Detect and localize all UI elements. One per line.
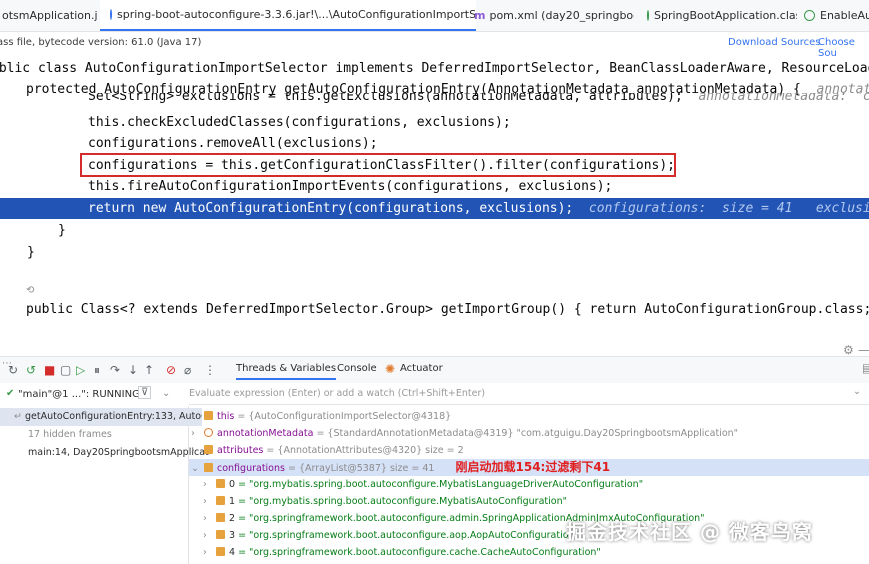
minimize-icon[interactable]: — xyxy=(858,343,869,357)
chevron-right-icon[interactable]: › xyxy=(191,442,202,459)
code-line-partial: Set<String> exclusions = this.getExclusi… xyxy=(88,93,869,103)
frame-icon[interactable]: ▢ xyxy=(60,363,71,377)
tab-springbootapplication-class[interactable]: SpringBootApplication.class ✕ xyxy=(643,0,797,31)
maven-icon: m xyxy=(474,9,486,22)
execution-point-line: return new AutoConfigurationEntry(config… xyxy=(0,198,869,219)
layout-icon[interactable]: ▤ xyxy=(862,361,869,375)
code-line: } xyxy=(27,245,35,260)
chevron-down-icon[interactable]: ⌄ xyxy=(191,460,202,477)
chevron-down-icon[interactable]: ⌄ xyxy=(162,388,170,399)
class-file-icon xyxy=(110,9,112,20)
variable-row[interactable]: › attributes = {AnnotationAttributes@4320… xyxy=(191,442,464,459)
chevron-right-icon[interactable]: › xyxy=(203,476,214,493)
breakpoints-icon[interactable]: ⊘ xyxy=(166,363,176,377)
hidden-frames[interactable]: 17 hidden frames xyxy=(0,426,216,444)
evaluate-expression-input[interactable]: Evaluate expression (Enter) or add a wat… xyxy=(189,384,869,405)
tab-label: otsmApplication.java xyxy=(2,9,98,22)
field-icon xyxy=(216,513,225,522)
tab-actuator[interactable]: Actuator xyxy=(400,363,443,374)
variable-row[interactable]: › 0 = "org.mybatis.spring.boot.autoconfig… xyxy=(203,476,643,493)
tab-label: spring-boot-autoconfigure-3.3.6.jar!\...… xyxy=(117,8,476,21)
code-line: this.fireAutoConfigurationImportEvents(c… xyxy=(88,179,613,194)
decompiled-info-bar: ass file, bytecode version: 61.0 (Java 1… xyxy=(0,32,869,59)
code-editor[interactable]: ublic class AutoConfigurationImportSelec… xyxy=(0,56,869,324)
editor-tab-bar: otsmApplication.java spring-boot-autocon… xyxy=(0,0,869,32)
check-icon: ✔ xyxy=(6,388,15,399)
return-icon: ↵ xyxy=(14,411,22,422)
chevron-right-icon[interactable]: › xyxy=(203,493,214,510)
variable-row-selected[interactable]: ⌄ configurations = {ArrayList@5387} size … xyxy=(189,459,869,476)
variable-row[interactable]: › annotationMetadata = {StandardAnnotatio… xyxy=(191,425,738,442)
tab-threads-variables[interactable]: Threads & Variables xyxy=(236,363,337,380)
stop-icon[interactable]: ■ xyxy=(44,363,55,377)
more-options-icon[interactable]: ⋮ xyxy=(204,363,216,377)
code-line: configurations.removeAll(exclusions); xyxy=(88,136,378,151)
chevron-right-icon[interactable]: › xyxy=(191,425,202,442)
eval-placeholder: Evaluate expression (Enter) or add a wat… xyxy=(189,388,486,399)
inline-debug-value: configurations: size = 41 exclusio xyxy=(588,201,869,216)
field-icon xyxy=(216,547,225,556)
tab-label: EnableAu xyxy=(820,9,869,22)
code-line: this.checkExcludedClasses(configurations… xyxy=(88,115,511,130)
field-icon xyxy=(216,496,225,505)
highlight-box xyxy=(80,153,676,177)
annotation-file-icon xyxy=(647,10,649,21)
restart-icon[interactable]: ↺ xyxy=(26,363,36,377)
resume-icon[interactable]: ▷ xyxy=(76,363,85,377)
variable-row[interactable]: › 1 = "org.mybatis.spring.boot.autoconfig… xyxy=(203,493,567,510)
tab-pom-xml[interactable]: m pom.xml (day20_springbootsm) ✕ xyxy=(470,0,634,31)
debug-toolbar: ⋯ ↻ ↺ ■ ▢ ▷ ⏸ ↷ ↓ ↑ ⊘ ⌀ ⋮ Threads & Vari… xyxy=(0,343,869,383)
code-line: ublic class AutoConfigurationImportSelec… xyxy=(0,61,869,76)
usages-icon: ⟲ xyxy=(26,285,35,296)
field-icon xyxy=(204,445,213,454)
tab-label: SpringBootApplication.class xyxy=(654,9,797,22)
actuator-icon: ✺ xyxy=(385,362,396,376)
step-into-icon[interactable]: ↓ xyxy=(128,363,138,377)
step-over-icon[interactable]: ↷ xyxy=(110,363,120,377)
chevron-right-icon[interactable]: › xyxy=(203,544,214,561)
frames-list: ↵ getAutoConfigurationEntry:133, AutoC 1… xyxy=(0,406,209,564)
chevron-right-icon[interactable]: › xyxy=(203,527,214,544)
field-icon xyxy=(204,463,213,472)
mute-breakpoints-icon[interactable]: ⌀ xyxy=(184,363,191,377)
watermark-text: 掘金技术社区 @ 微客鸟窝 xyxy=(566,520,813,544)
chevron-right-icon[interactable]: › xyxy=(203,510,214,527)
tab-enableau[interactable]: EnableAu xyxy=(800,0,869,31)
variable-row[interactable]: › 3 = "org.springframework.boot.autoconfi… xyxy=(203,527,579,544)
field-icon xyxy=(216,479,225,488)
pause-icon[interactable]: ⏸ xyxy=(94,363,100,378)
variable-row[interactable]: › 4 = "org.springframework.boot.autoconfi… xyxy=(203,544,601,561)
annotation-file-icon xyxy=(804,10,815,21)
annotation-text: 刚启动加载154:过滤剩下41 xyxy=(455,460,611,474)
tab-console[interactable]: Console xyxy=(337,363,377,374)
code-line: } xyxy=(58,223,66,238)
tab-autoconfiguration-import-selector[interactable]: spring-boot-autoconfigure-3.3.6.jar!\...… xyxy=(100,0,476,31)
bytecode-version-text: ass file, bytecode version: 61.0 (Java 1… xyxy=(0,37,202,48)
download-sources-link[interactable]: Download Sources xyxy=(728,37,820,48)
chevron-right-icon[interactable]: › xyxy=(191,408,202,425)
expand-icon[interactable]: ⌄ xyxy=(853,386,861,397)
rerun-icon[interactable]: ↻ xyxy=(8,363,18,377)
tab-label: pom.xml (day20_springbootsm) xyxy=(489,9,634,22)
settings-icon[interactable]: ⚙ xyxy=(843,343,854,357)
thread-selector[interactable]: ✔ "main"@1 ...": RUNNING ⊽ ⌄ xyxy=(0,384,190,406)
thread-label: "main"@1 ...": RUNNING xyxy=(18,389,140,400)
frame-item[interactable]: ↵ getAutoConfigurationEntry:133, AutoC xyxy=(0,408,202,426)
tab-application-java[interactable]: otsmApplication.java xyxy=(0,0,98,31)
field-icon xyxy=(216,530,225,539)
filter-icon[interactable]: ⊽ xyxy=(138,386,152,399)
code-line: public Class<? extends DeferredImportSel… xyxy=(26,302,869,317)
frame-item[interactable]: main:14, Day20SpringbootsmApplicat xyxy=(0,444,216,462)
variable-row[interactable]: › this = {AutoConfigurationImportSelector… xyxy=(191,408,451,425)
parameter-icon xyxy=(204,428,213,437)
step-out-icon[interactable]: ↑ xyxy=(144,363,154,377)
field-icon xyxy=(204,411,213,420)
